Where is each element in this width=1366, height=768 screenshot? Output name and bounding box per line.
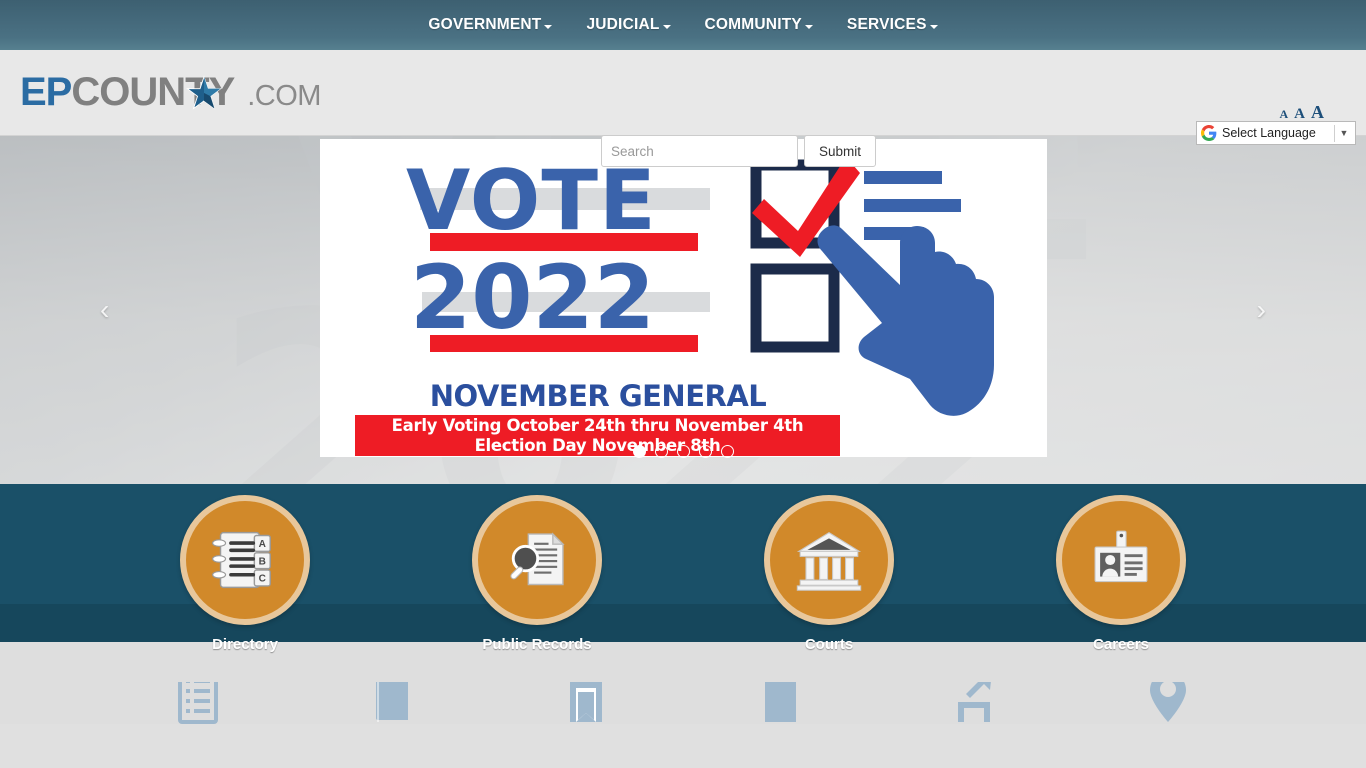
quick-link-directory-circle: A B C — [180, 495, 310, 625]
service-icon-list[interactable] — [166, 682, 230, 724]
quick-link-public-records-circle — [472, 495, 602, 625]
chevron-down-icon — [929, 25, 938, 29]
svg-text:A: A — [259, 539, 267, 550]
map-pin-icon — [1150, 682, 1186, 722]
chevron-down-icon — [662, 25, 671, 29]
carousel-indicator-1[interactable] — [632, 445, 646, 458]
nav-item-community-label: COMMUNITY — [704, 16, 802, 33]
nav-item-judicial[interactable]: JUDICIAL — [586, 16, 671, 34]
chevron-down-icon — [804, 25, 813, 29]
font-size-large-button[interactable]: A — [1311, 102, 1324, 123]
quick-link-careers-label: Careers — [1093, 636, 1149, 653]
courthouse-icon — [796, 532, 862, 591]
search-form: Submit — [601, 135, 877, 167]
carousel-indicator-3[interactable] — [676, 445, 690, 458]
hero-carousel: VOTE 2022 VOTE 2022 NOVEMBER GENERAL ELE… — [0, 136, 1366, 484]
language-selector[interactable]: Select Language ▼ — [1196, 121, 1356, 145]
carousel-indicator-4[interactable] — [698, 445, 712, 458]
quick-link-directory-label: Directory — [212, 636, 278, 653]
star-icon — [186, 75, 222, 110]
carousel-next-button[interactable]: › — [1257, 296, 1266, 324]
chevron-down-icon[interactable]: ▼ — [1335, 128, 1353, 138]
bookmark-document-icon — [570, 682, 602, 722]
quick-link-courts[interactable]: Courts — [760, 495, 898, 653]
logo-text-com: .COM — [247, 80, 321, 112]
address-book-icon: A B C — [212, 531, 271, 589]
slide-headline: VOTE — [406, 152, 657, 249]
carousel-indicators — [0, 445, 1366, 458]
service-icon-file[interactable] — [748, 682, 812, 724]
carousel-indicator-2[interactable] — [654, 445, 668, 458]
quick-link-courts-circle — [764, 495, 894, 625]
list-icon — [178, 682, 218, 724]
language-selector-label: Select Language — [1222, 126, 1316, 140]
top-navigation-list: GOVERNMENT JUDICIAL COMMUNITY SERVICES — [428, 16, 938, 34]
search-submit-button[interactable]: Submit — [804, 135, 877, 167]
services-icon-strip — [0, 642, 1366, 724]
site-header: EP COUNTY .COM Submit A A A Select Langu… — [0, 50, 1366, 167]
year-red-accent-bar — [430, 335, 698, 352]
id-badge-icon — [1094, 530, 1148, 583]
quick-link-careers-circle — [1056, 495, 1186, 625]
service-icon-map-pin[interactable] — [1136, 682, 1200, 724]
site-logo[interactable]: EP COUNTY .COM — [20, 70, 321, 115]
ballot-checkbox-hand-icon — [750, 157, 994, 416]
file-icon — [765, 682, 796, 722]
font-size-controls: A A A — [1279, 102, 1324, 123]
font-size-small-button[interactable]: A — [1279, 107, 1288, 122]
carousel-prev-button[interactable]: ‹ — [100, 296, 109, 324]
book-icon — [376, 682, 408, 722]
svg-text:C: C — [259, 574, 266, 585]
google-icon — [1201, 125, 1217, 141]
nav-item-government[interactable]: GOVERNMENT — [428, 16, 553, 34]
nav-item-services[interactable]: SERVICES — [847, 16, 938, 34]
service-icon-external-link[interactable] — [942, 682, 1006, 724]
quick-link-courts-label: Courts — [804, 636, 854, 653]
quick-link-public-records[interactable]: Public Records — [468, 495, 606, 653]
carousel-indicator-5[interactable] — [720, 445, 734, 458]
quick-link-careers[interactable]: Careers — [1052, 495, 1190, 653]
quick-links-section: A B C Directory Public Records Courts Ca… — [0, 484, 1366, 653]
logo-text-ep: EP — [20, 70, 72, 114]
slide-year: 2022 — [410, 246, 655, 349]
external-link-icon — [958, 682, 991, 722]
nav-item-services-label: SERVICES — [846, 16, 927, 33]
quick-link-public-records-label: Public Records — [482, 636, 592, 653]
svg-text:B: B — [259, 556, 266, 567]
carousel-slide-vote-2022[interactable]: VOTE 2022 NOVEMBER GENERAL ELECTION Earl… — [320, 139, 1047, 457]
search-input[interactable] — [601, 135, 798, 167]
nav-item-government-label: GOVERNMENT — [428, 16, 542, 33]
document-search-icon — [510, 532, 565, 586]
top-navigation-bar: GOVERNMENT JUDICIAL COMMUNITY SERVICES — [0, 0, 1366, 50]
chevron-down-icon — [544, 25, 553, 29]
service-icon-bookmark-document[interactable] — [554, 682, 618, 724]
service-icon-book[interactable] — [360, 682, 424, 724]
nav-item-community[interactable]: COMMUNITY — [705, 16, 813, 34]
nav-item-judicial-label: JUDICIAL — [586, 16, 660, 33]
quick-link-directory[interactable]: A B C Directory — [176, 495, 314, 653]
